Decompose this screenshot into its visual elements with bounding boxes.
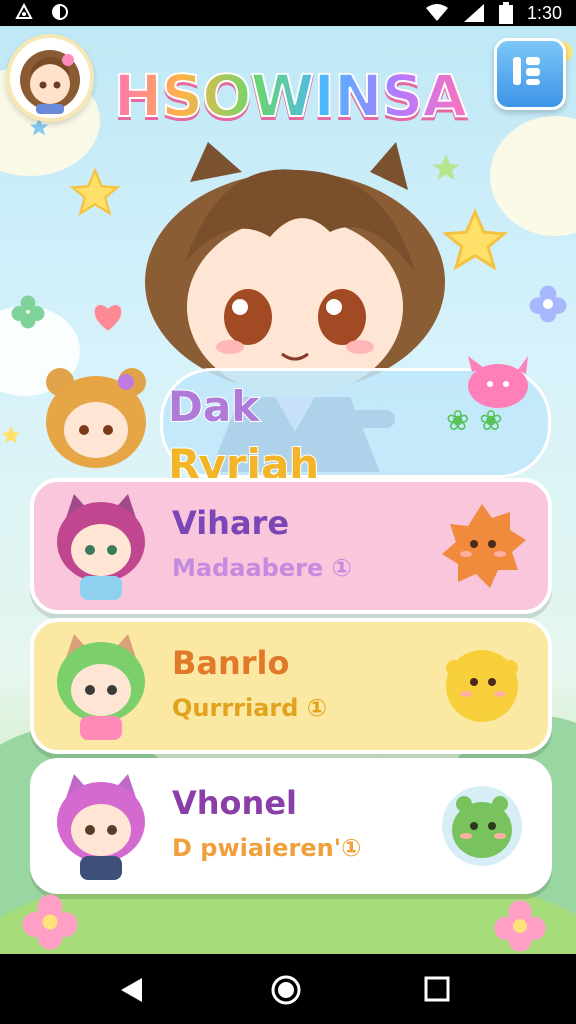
status-bar: 1:30 [0,0,576,26]
hero-name-line1: Dak [167,381,260,432]
star-icon [1,425,21,444]
flower-icon [22,894,78,950]
player-avatar-button[interactable] [6,34,94,122]
star-icon [69,167,121,216]
navigation-bar [0,954,576,1024]
side-character-bear-girl [46,368,146,468]
clock: 1:30 [526,2,562,23]
home-circle-icon[interactable] [270,974,302,1006]
sync-icon [52,4,68,20]
avatar-magenta-girl-icon [57,494,145,600]
avatar-pink-hair-girl-icon [57,774,145,880]
avatar-green-girl-icon [57,634,145,740]
pink-creature-icon [468,356,528,408]
character-card-2[interactable]: Banrlo Qurrriard ① [30,618,552,754]
notification-icon [15,2,33,19]
menu-grid-icon [513,57,540,85]
flower-icon [494,900,546,952]
yellow-pet-icon [446,650,518,722]
clover-icon [11,295,45,329]
recents-square-icon[interactable] [424,976,450,1002]
card-name: Banrlo [172,644,290,682]
signal-icon [463,4,484,22]
game-screen: HSOWINSA Dak Ryriah ❀ ❀ Vihare Madaabere… [0,26,576,954]
battery-icon [498,2,513,24]
character-card-1[interactable]: Vihare Madaabere ① [30,478,552,614]
character-card-3[interactable]: Vhonel D pwiaieren'① [30,758,552,894]
card-name: Vihare [172,504,290,542]
card-subtitle: Qurrriard ① [172,694,328,722]
card-subtitle: Madaabere ① [172,554,352,582]
card-subtitle: D pwiaieren'① [172,834,362,862]
menu-button[interactable] [494,38,566,110]
orange-pet-icon [442,504,526,588]
game-title: HSOWINSA [110,61,470,131]
heart-icon [94,304,122,331]
wifi-icon [425,4,448,21]
avatar-girl-icon [20,50,80,114]
flower-icon [529,285,567,323]
card-name: Vhonel [172,784,297,822]
green-pet-icon [442,786,522,866]
back-triangle-icon[interactable] [118,976,146,1004]
